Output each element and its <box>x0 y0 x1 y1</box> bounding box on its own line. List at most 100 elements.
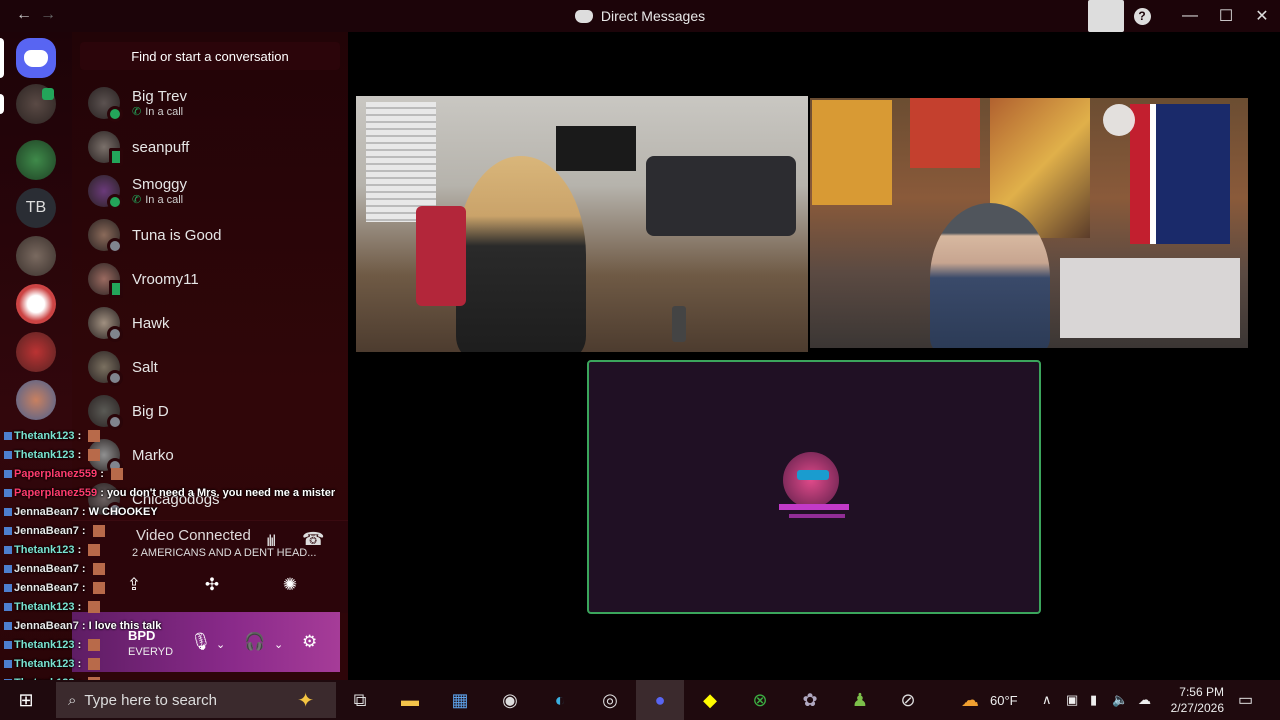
status-indicator-icon <box>107 106 123 122</box>
file-explorer-icon[interactable]: ▬ <box>398 688 422 712</box>
dm-item[interactable]: Marko <box>80 434 340 476</box>
server-initials: TB <box>25 199 47 216</box>
poster <box>812 100 892 205</box>
flag <box>1130 104 1230 244</box>
speaking-indicator-icon <box>1103 104 1135 136</box>
dm-name: seanpuff <box>132 138 190 156</box>
show-hidden-icons-chevron-icon[interactable]: ∧ <box>1042 680 1052 720</box>
dm-text: Tuna is Good <box>132 227 222 244</box>
server-tb-button[interactable]: TB <box>16 188 56 228</box>
xbox-icon[interactable]: ⊗ <box>748 688 772 712</box>
dm-item[interactable]: Vroomy11 <box>80 258 340 300</box>
copilot-sparkle-icon: ✦ <box>297 689 314 712</box>
dm-name: Marko <box>132 446 174 464</box>
window-title: Direct Messages <box>600 8 706 24</box>
maximize-button[interactable]: ☐ <box>1208 0 1244 32</box>
dm-item[interactable]: Big D <box>80 390 340 432</box>
obs-icon[interactable]: ◎ <box>598 688 622 712</box>
taskbar-clock[interactable]: 7:56 PM 2/27/2026 <box>1171 684 1224 716</box>
poster <box>910 98 980 168</box>
dm-name: Smoggy <box>132 176 188 193</box>
onedrive-cloud-icon[interactable]: ☁ <box>1138 680 1151 720</box>
dm-item[interactable]: Chicagodogs <box>80 478 340 520</box>
microsoft-store-icon[interactable]: ▦ <box>448 688 472 712</box>
dm-item[interactable]: Big Trev ✆ In a call <box>80 82 340 124</box>
search-icon: ⌕ <box>68 691 77 709</box>
dm-activity: In a call <box>145 105 184 118</box>
camera-icon[interactable]: ▣ <box>1066 680 1078 720</box>
usb-icon[interactable]: ▮ <box>1090 680 1097 720</box>
status-indicator-icon <box>109 148 123 166</box>
discord-taskbar-icon[interactable]: ● <box>648 688 672 712</box>
app-icon[interactable]: ✿ <box>798 688 822 712</box>
help-button[interactable]: ? <box>1124 0 1160 32</box>
chess-pawn-icon[interactable]: ♟ <box>848 688 872 712</box>
recording-app-icon[interactable]: ⊘ <box>896 688 920 712</box>
server-icon[interactable] <box>16 284 56 324</box>
server-icon[interactable] <box>16 236 56 276</box>
avatar-decoration <box>789 514 845 518</box>
dm-text: Big Trev ✆ In a call <box>132 88 187 118</box>
video-badge-icon <box>42 88 54 100</box>
dm-item[interactable]: Smoggy ✆ In a call <box>80 170 340 212</box>
server-icon[interactable] <box>16 380 56 420</box>
weather-icon[interactable]: ☁ <box>958 688 982 712</box>
dm-subtext: ✆ In a call <box>132 193 187 207</box>
task-view-icon[interactable]: ⧉ <box>348 688 372 712</box>
status-indicator-icon <box>109 280 123 298</box>
focused-video-tile[interactable] <box>587 360 1041 614</box>
chevron-down-icon[interactable]: ⌄ <box>274 638 283 651</box>
taskbar-search-box[interactable]: ⌕ Type here to search ✦ <box>56 682 336 718</box>
notifications-icon[interactable]: ▭ <box>1238 680 1253 720</box>
window-controls: ? — ☐ ✕ <box>1088 0 1280 32</box>
sunglasses-icon <box>797 470 829 480</box>
chevron-down-icon[interactable]: ⌄ <box>216 638 225 651</box>
close-button[interactable]: ✕ <box>1244 0 1280 32</box>
dm-item[interactable]: seanpuff <box>80 126 340 168</box>
volume-icon[interactable]: 🔈 <box>1112 680 1128 720</box>
dm-text: Chicagodogs <box>132 491 220 508</box>
sofa <box>646 156 796 236</box>
snapchat-icon[interactable]: ◆ <box>698 688 722 712</box>
video-tile[interactable] <box>810 98 1248 348</box>
status-indicator-icon <box>107 502 123 518</box>
disconnect-call-icon[interactable]: ☎ <box>302 529 324 550</box>
deafen-headphones-icon[interactable]: 🎧 <box>244 632 265 652</box>
taskbar-search-placeholder: Type here to search <box>84 691 217 709</box>
voice-channel-name[interactable]: 2 AMERICANS AND A DENT HEAD... <box>132 547 316 559</box>
dm-item[interactable]: Salt <box>80 346 340 388</box>
steam-icon[interactable]: ◉ <box>498 688 522 712</box>
help-icon: ? <box>1133 7 1151 25</box>
start-menu-icon[interactable]: ⊞ <box>14 688 38 712</box>
noise-suppression-icon[interactable]: ılıl <box>266 533 276 551</box>
mute-microphone-icon[interactable]: 🎙 <box>190 632 212 652</box>
edge-browser-icon[interactable]: ◐ <box>548 688 572 712</box>
minimize-button[interactable]: — <box>1172 0 1208 32</box>
selected-indicator <box>0 38 4 78</box>
bed <box>1060 258 1240 338</box>
dm-name: Chicagodogs <box>132 490 220 508</box>
avatar-decoration <box>779 504 849 510</box>
dm-name: Salt <box>132 358 158 376</box>
status-indicator-icon <box>107 238 123 254</box>
user-settings-gear-icon[interactable]: ⚙ <box>302 632 317 652</box>
soundboard-button[interactable]: ✺ <box>270 569 310 601</box>
weather-temp[interactable]: 60°F <box>990 680 1018 720</box>
video-tile[interactable] <box>356 96 808 352</box>
inbox-button[interactable] <box>1088 0 1124 32</box>
server-icon[interactable] <box>16 332 56 372</box>
username[interactable]: BPD <box>128 628 155 643</box>
dm-activity: In a call <box>145 193 184 206</box>
dm-item[interactable]: Tuna is Good <box>80 214 340 256</box>
title-bar: ← → Direct Messages ? — ☐ ✕ <box>0 0 1280 32</box>
dm-name: Big Trev <box>132 88 188 105</box>
activities-button[interactable]: ✣ <box>192 569 232 601</box>
server-icon[interactable] <box>16 140 56 180</box>
unread-indicator <box>0 94 4 114</box>
screen-share-button[interactable]: ⇪ <box>114 569 154 601</box>
find-conversation-button[interactable]: Find or start a conversation <box>80 42 340 70</box>
direct-messages-home-button[interactable] <box>16 38 56 78</box>
screen-share-icon: ⇪ <box>126 575 142 594</box>
window-blinds <box>366 102 436 222</box>
dm-item[interactable]: Hawk <box>80 302 340 344</box>
